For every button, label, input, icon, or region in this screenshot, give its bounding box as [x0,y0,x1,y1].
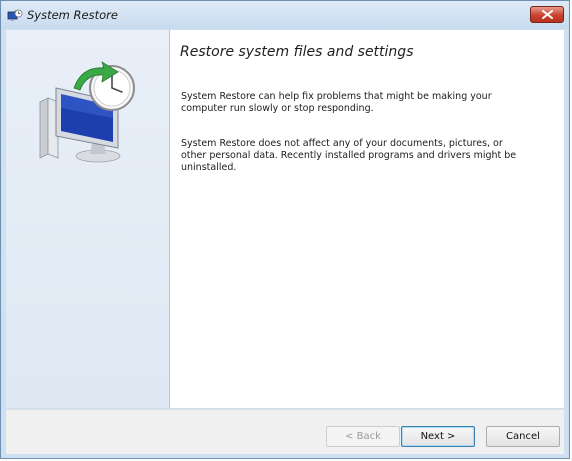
button-bar: < Back Next > Cancel [6,409,564,454]
system-restore-icon [7,8,23,22]
title-bar[interactable]: System Restore [1,1,569,29]
window-title: System Restore [27,8,118,22]
cancel-button[interactable]: Cancel [486,426,560,447]
content-panel: Restore system files and settings System… [170,30,564,408]
back-button[interactable]: < Back [326,426,400,447]
page-title: Restore system files and settings [180,44,414,60]
close-icon [542,10,553,19]
description-paragraph-1: System Restore can help fix problems tha… [181,91,492,114]
system-restore-window: System Restore Restore system files and … [0,0,570,459]
next-button[interactable]: Next > [401,426,475,447]
close-button[interactable] [530,6,564,23]
sidebar-panel [6,30,170,408]
computer-clock-restore-icon [39,61,135,163]
description-paragraph-2: System Restore does not affect any of yo… [181,138,517,173]
